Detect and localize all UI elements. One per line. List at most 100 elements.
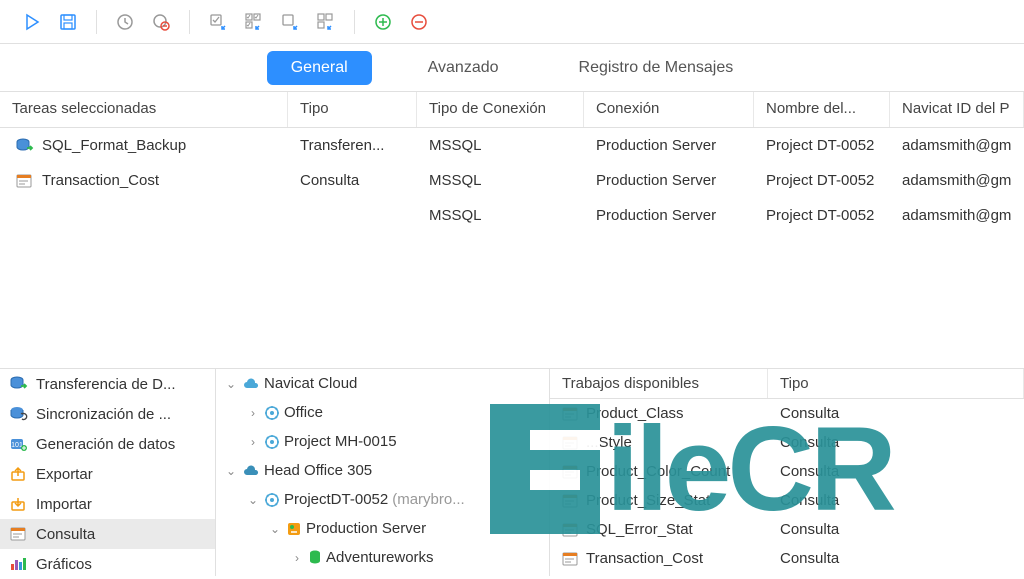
col-navicat[interactable]: Navicat ID del P bbox=[890, 92, 1024, 127]
import-icon bbox=[10, 496, 28, 512]
categories-panel: Transferencia de D... Sincronización de .… bbox=[0, 369, 216, 576]
job-row[interactable]: Product_Color_CountConsulta bbox=[550, 457, 1024, 486]
transfer-icon bbox=[16, 138, 34, 154]
tab-log[interactable]: Registro de Mensajes bbox=[555, 51, 758, 85]
col-tasks[interactable]: Tareas seleccionadas bbox=[0, 92, 288, 127]
table-row[interactable]: Transaction_Cost Consulta MSSQL Producti… bbox=[0, 163, 1024, 198]
tree-label: Adventureworks bbox=[326, 549, 434, 566]
category-label: Generación de datos bbox=[36, 436, 175, 453]
job-row[interactable]: Transaction_Cost Consulta bbox=[550, 544, 1024, 573]
gear-icon bbox=[264, 405, 280, 421]
cell-conntype: MSSQL bbox=[417, 201, 584, 230]
remove-button[interactable] bbox=[403, 6, 435, 38]
db-icon bbox=[308, 550, 322, 566]
tree-node[interactable]: ›Project MH-0015 bbox=[216, 427, 549, 456]
grid-header: Tareas seleccionadas Tipo Tipo de Conexi… bbox=[0, 92, 1024, 128]
job-type: Consulta bbox=[768, 546, 1024, 571]
job-label: Product_Class bbox=[586, 405, 684, 422]
save-button[interactable] bbox=[52, 6, 84, 38]
job-row[interactable]: Product_Size_StatConsulta bbox=[550, 486, 1024, 515]
category-gen[interactable]: 101Generación de datos bbox=[0, 429, 215, 459]
cell-navicat: adamsmith@gm bbox=[890, 201, 1024, 230]
cell-conn: Production Server bbox=[584, 166, 754, 195]
remove-history-button[interactable] bbox=[145, 6, 177, 38]
col-name[interactable]: Nombre del... bbox=[754, 92, 890, 127]
col-conn[interactable]: Conexión bbox=[584, 92, 754, 127]
history-button[interactable] bbox=[109, 6, 141, 38]
cell-projname: Project DT-0052 bbox=[754, 131, 890, 160]
bottom-panels: Transferencia de D... Sincronización de .… bbox=[0, 368, 1024, 576]
tree-caret-icon[interactable]: ⌄ bbox=[224, 464, 238, 478]
job-label: SQL_Error_Stat bbox=[586, 521, 693, 538]
tree-caret-icon[interactable]: ⌄ bbox=[268, 522, 282, 536]
chart-icon bbox=[10, 556, 28, 572]
tree-node[interactable]: › Office bbox=[216, 398, 549, 427]
col-conntype[interactable]: Tipo de Conexión bbox=[417, 92, 584, 127]
gear-icon bbox=[264, 434, 280, 450]
play-button[interactable] bbox=[16, 6, 48, 38]
category-label: Transferencia de D... bbox=[36, 376, 176, 393]
job-row[interactable]: SQL_Error_StatConsulta bbox=[550, 515, 1024, 544]
category-label: Importar bbox=[36, 496, 92, 513]
cell-task: SQL_Format_Backup bbox=[42, 137, 186, 154]
col-jobtype[interactable]: Tipo bbox=[768, 369, 1024, 398]
tree-node[interactable]: ⌄ Production Server bbox=[216, 514, 549, 543]
job-row[interactable]: Product_ClassConsulta bbox=[550, 399, 1024, 428]
server-icon bbox=[286, 521, 302, 537]
tree-label: Office bbox=[284, 404, 323, 421]
tabs-bar: General Avanzado Registro de Mensajes bbox=[0, 44, 1024, 92]
select-button-4[interactable] bbox=[310, 6, 342, 38]
tree-node[interactable]: › Adventureworks bbox=[216, 543, 549, 572]
jobs-panel: Trabajos disponibles Tipo Product_ClassC… bbox=[550, 369, 1024, 576]
cell-projname: Project DT-0052 bbox=[754, 166, 890, 195]
toolbar-separator bbox=[96, 10, 97, 34]
tree-node[interactable]: ⌄ Navicat Cloud bbox=[216, 369, 549, 398]
tree-caret-icon[interactable]: › bbox=[246, 406, 260, 420]
select-button-3[interactable] bbox=[274, 6, 306, 38]
tree-caret-icon[interactable]: ⌄ bbox=[224, 377, 238, 391]
tree-label: Navicat Cloud bbox=[264, 375, 357, 392]
tree-suffix: (marybro... bbox=[392, 491, 465, 508]
cell-conn: Production Server bbox=[584, 201, 754, 230]
tree-label: Head Office 305 bbox=[264, 462, 372, 479]
add-button[interactable] bbox=[367, 6, 399, 38]
col-type[interactable]: Tipo bbox=[288, 92, 417, 127]
cell-conn: Production Server bbox=[584, 131, 754, 160]
job-row[interactable]: ...StyleConsulta bbox=[550, 428, 1024, 457]
category-chart[interactable]: Gráficos bbox=[0, 549, 215, 579]
category-transfer[interactable]: Transferencia de D... bbox=[0, 369, 215, 399]
category-label: Gráficos bbox=[36, 556, 92, 573]
transfer-icon bbox=[10, 376, 28, 392]
select-button-1[interactable] bbox=[202, 6, 234, 38]
col-jobs[interactable]: Trabajos disponibles bbox=[550, 369, 768, 398]
sync-icon bbox=[10, 406, 28, 422]
query-icon bbox=[562, 493, 580, 509]
tree-caret-icon[interactable]: › bbox=[290, 551, 304, 565]
select-button-2[interactable] bbox=[238, 6, 270, 38]
job-label: Transaction_Cost bbox=[586, 550, 703, 567]
tree-caret-icon[interactable]: ⌄ bbox=[246, 493, 260, 507]
category-sync[interactable]: Sincronización de ... bbox=[0, 399, 215, 429]
toolbar-separator bbox=[189, 10, 190, 34]
category-label: Consulta bbox=[36, 526, 95, 543]
job-label: Product_Color_Count bbox=[586, 463, 730, 480]
grid-body: SQL_Format_Backup Transferen... MSSQL Pr… bbox=[0, 128, 1024, 368]
tree-caret-icon[interactable]: › bbox=[246, 435, 260, 449]
category-label: Exportar bbox=[36, 466, 93, 483]
cell-conntype: MSSQL bbox=[417, 166, 584, 195]
query-icon bbox=[562, 464, 580, 480]
tab-general[interactable]: General bbox=[267, 51, 372, 85]
category-export[interactable]: Exportar bbox=[0, 459, 215, 489]
category-query[interactable]: Consulta bbox=[0, 519, 215, 549]
tree-node[interactable]: ⌄ Head Office 305 bbox=[216, 456, 549, 485]
cell-type: Transferen... bbox=[288, 131, 417, 160]
tree-label: ProjectDT-0052 bbox=[284, 491, 388, 508]
tree-node[interactable]: ⌄ ProjectDT-0052 (marybro... bbox=[216, 485, 549, 514]
job-label: Product_Size_Stat bbox=[586, 492, 710, 509]
table-row[interactable]: SQL_Format_Backup Transferen... MSSQL Pr… bbox=[0, 128, 1024, 163]
category-import[interactable]: Importar bbox=[0, 489, 215, 519]
table-row[interactable]: MSSQL Production Server Project DT-0052 … bbox=[0, 198, 1024, 233]
category-label: Sincronización de ... bbox=[36, 406, 171, 423]
tab-advanced[interactable]: Avanzado bbox=[404, 51, 523, 85]
tree-label: Production Server bbox=[306, 520, 426, 537]
